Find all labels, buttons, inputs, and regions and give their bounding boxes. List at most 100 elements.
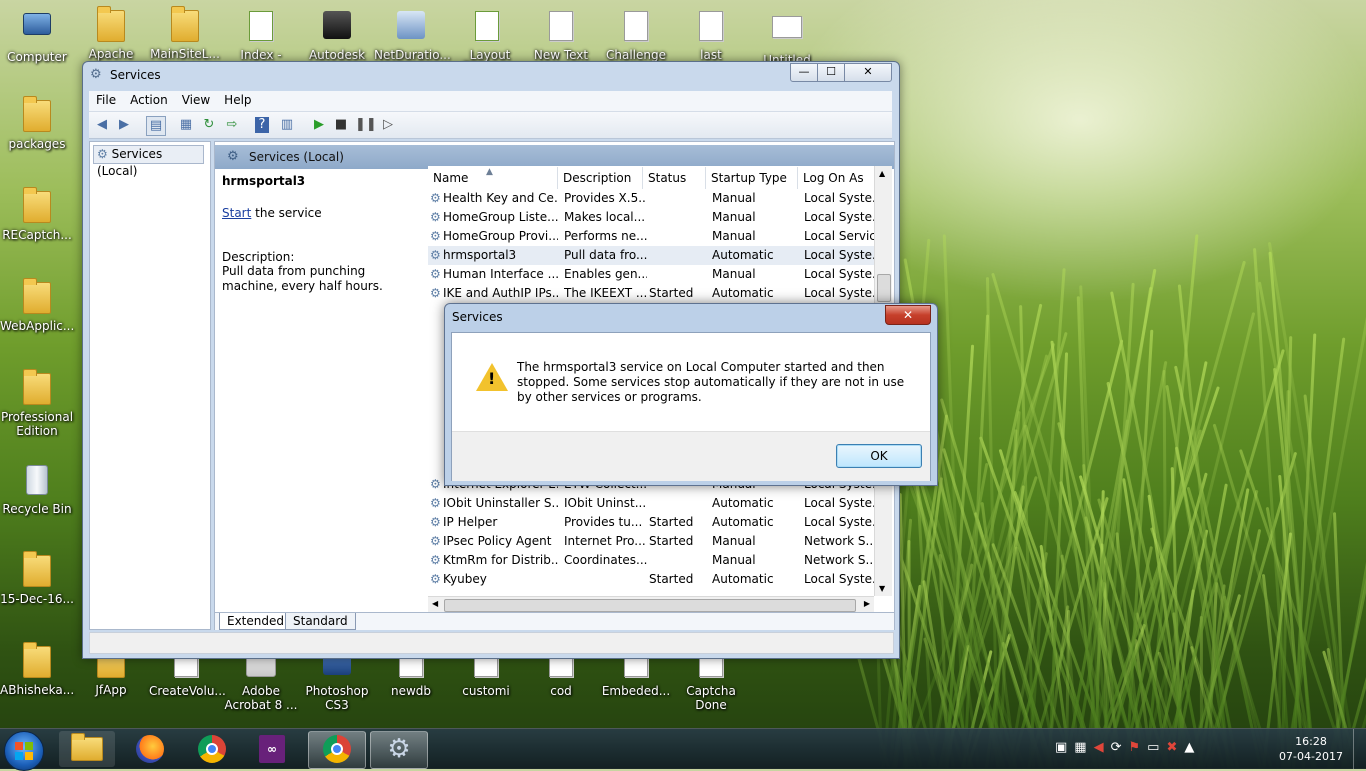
desktop-icon-mainsite[interactable]: MainSiteL... [148, 6, 222, 61]
scroll-left-arrow-icon[interactable]: ◀ [432, 599, 438, 608]
table-row[interactable]: ⚙ HomeGroup Liste... Makes local... Manual L… [428, 208, 874, 227]
table-row[interactable]: ⚙ KtmRm for Distrib... Coordinates... Manua… [428, 551, 874, 570]
warning-icon-mark: ! [488, 369, 496, 388]
column-header-name[interactable]: Name ▲ [428, 167, 558, 189]
taskbar-clock[interactable]: 16:28 07-04-2017 [1276, 734, 1346, 764]
menu-help[interactable]: Help [217, 91, 258, 109]
menu-file[interactable]: File [89, 91, 123, 109]
desktop-icon-autodesk[interactable]: Autodesk [300, 8, 374, 62]
desktop-icon-layout[interactable]: _Layout [450, 8, 524, 62]
table-cell: Local Syste... [804, 286, 874, 300]
desktop-icon-recycle-bin[interactable]: Recycle Bin [0, 462, 74, 516]
table-cell: Local Syste... [804, 210, 874, 224]
service-gear-icon: ⚙ [430, 572, 441, 586]
column-header-startup-type[interactable]: Startup Type [706, 167, 798, 189]
table-row[interactable]: ⚙ Human Interface ... Enables gen... Manual… [428, 265, 874, 284]
window-titlebar[interactable]: ⚙ Services — ☐ ✕ [83, 62, 899, 88]
chrome-icon [323, 735, 351, 763]
tray-power-icon[interactable]: ▲ [1184, 740, 1201, 755]
column-header-description[interactable]: Description [558, 167, 643, 189]
forward-arrow-icon[interactable]: ▶ [115, 116, 133, 134]
desktop-icon-webapplication[interactable]: WebApplic... [0, 278, 74, 333]
desktop-icon-recaptcha[interactable]: RECaptch... [0, 187, 74, 242]
table-row[interactable]: ⚙ IP Helper Provides tu... Started Automatic… [428, 513, 874, 532]
scroll-thumb[interactable] [444, 599, 856, 612]
horizontal-scrollbar[interactable]: ◀ ▶ [428, 596, 874, 613]
table-row[interactable]: ⚙ IObit Uninstaller S... IObit Uninst... Au… [428, 494, 874, 513]
scroll-thumb[interactable] [877, 274, 891, 302]
restart-service-icon[interactable]: ▷ [379, 116, 397, 134]
console-view-icon[interactable]: ▥ [278, 116, 296, 134]
table-row[interactable]: ⚙ IKE and AuthIP IPs... The IKEEXT ... Star… [428, 284, 874, 303]
description-label: Description: [222, 250, 295, 264]
close-button[interactable]: ✕ [844, 63, 892, 82]
table-row[interactable]: ⚙ hrmsportal3 Pull data fro... Automatic Loc… [428, 246, 874, 265]
dialog-close-button[interactable]: ✕ [885, 305, 931, 325]
table-row[interactable]: ⚙ IPsec Policy Agent Internet Pro... Starte… [428, 532, 874, 551]
column-header-log-on-as[interactable]: Log On As [798, 167, 874, 189]
start-service-icon[interactable]: ▶ [310, 116, 328, 134]
taskbar-explorer[interactable] [59, 731, 115, 767]
desktop-icon-packages[interactable]: packages [0, 96, 74, 151]
table-cell: Automatic [712, 515, 774, 529]
stop-service-icon[interactable]: ■ [332, 116, 350, 134]
service-gear-icon: ⚙ [430, 534, 441, 548]
tab-extended[interactable]: Extended [219, 613, 292, 630]
table-cell: Makes local... [564, 210, 646, 224]
help-icon[interactable]: ? [255, 117, 269, 133]
gear-icon: ⚙ [387, 734, 411, 764]
desktop-icon-challenge[interactable]: Challenge [599, 8, 673, 62]
system-tray-icons[interactable]: ▣▦◀⟳⚑▭✖▲ [1055, 740, 1201, 755]
tab-standard[interactable]: Standard [285, 613, 356, 630]
properties-icon[interactable]: ▦ [177, 116, 195, 134]
menu-action[interactable]: Action [123, 91, 175, 109]
tray-sync-icon[interactable]: ⟳ [1111, 740, 1129, 755]
export-list-icon[interactable]: ⇨ [223, 116, 241, 134]
service-name: IKE and AuthIP IPs... [443, 286, 558, 300]
refresh-icon[interactable]: ↻ [200, 116, 218, 134]
description-text: Pull data from punching machine, every h… [222, 264, 383, 293]
desktop-icon-netduration[interactable]: NetDuratio... [374, 8, 451, 62]
minimize-button[interactable]: — [790, 63, 818, 82]
taskbar-chrome-window[interactable] [308, 731, 366, 769]
desktop-icon-professional-edition[interactable]: Professional Edition [0, 369, 74, 438]
desktop-icon-abhisheka[interactable]: ABhisheka... [0, 642, 74, 697]
desktop-icon-label: 15-Dec-16... [0, 592, 74, 606]
desktop-icon-untitled[interactable]: Untitled [750, 8, 824, 67]
tree-item-services-local[interactable]: ⚙ Services (Local) [93, 145, 204, 178]
tray-volume-icon[interactable]: ◀ [1094, 740, 1111, 755]
desktop-icon-15-dec[interactable]: 15-Dec-16... [0, 551, 74, 606]
scroll-up-arrow-icon[interactable]: ▲ [879, 169, 885, 178]
taskbar-services[interactable]: ⚙ [370, 731, 428, 769]
maximize-button[interactable]: ☐ [817, 63, 845, 82]
desktop-icon-apache[interactable]: Apache [74, 6, 148, 61]
tray-flag-icon[interactable]: ⚑ [1129, 740, 1148, 755]
back-arrow-icon[interactable]: ◀ [93, 116, 111, 134]
tray-monitor-icon[interactable]: ▦ [1074, 740, 1093, 755]
tray-display-icon[interactable]: ▭ [1147, 740, 1166, 755]
table-row[interactable]: ⚙Kyubey Started Automatic Local Syste... [428, 570, 874, 589]
menu-view[interactable]: View [175, 91, 217, 109]
pause-service-icon[interactable]: ❚❚ [355, 116, 377, 134]
desktop-icon-last[interactable]: last [674, 8, 748, 62]
folder-icon [94, 6, 128, 44]
start-service-link[interactable]: Start [222, 206, 251, 220]
scroll-right-arrow-icon[interactable]: ▶ [864, 599, 870, 608]
show-desktop-button[interactable] [1353, 729, 1366, 769]
start-button[interactable] [4, 731, 44, 771]
taskbar-visual-studio[interactable]: ∞ [244, 731, 300, 767]
desktop-icon-computer[interactable]: Computer [0, 8, 74, 64]
taskbar-firefox[interactable] [122, 731, 178, 767]
tray-network-icon[interactable]: ▣ [1055, 740, 1074, 755]
desktop-icon-new-text[interactable]: New Text [524, 8, 598, 62]
table-cell: Manual [712, 534, 756, 548]
table-row[interactable]: ⚙ HomeGroup Provi... Performs ne... Manual L… [428, 227, 874, 246]
column-header-status[interactable]: Status [643, 167, 706, 189]
scroll-down-arrow-icon[interactable]: ▼ [879, 584, 885, 593]
ok-button[interactable]: OK [836, 444, 922, 468]
tray-mute-icon[interactable]: ✖ [1166, 740, 1184, 755]
taskbar-chrome[interactable] [184, 731, 240, 767]
console-tree-icon[interactable]: ▤ [146, 116, 166, 136]
service-name: HomeGroup Liste... [443, 210, 558, 224]
table-row[interactable]: ⚙ Health Key and Ce... Provides X.5... Manu… [428, 189, 874, 208]
